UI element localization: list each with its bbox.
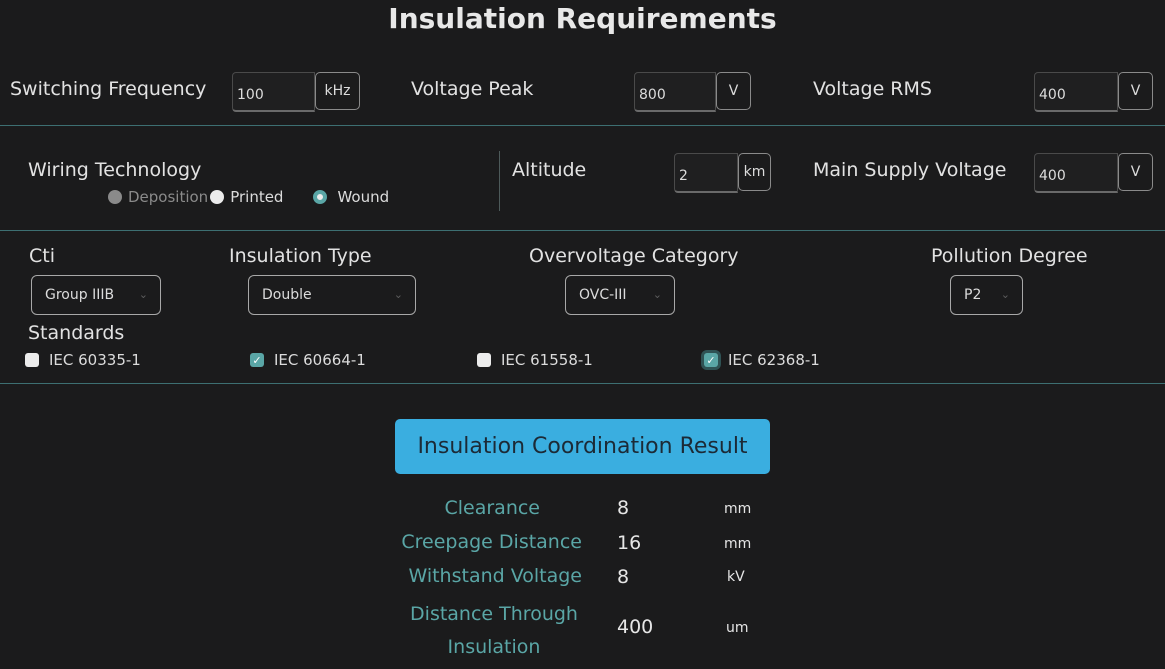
overvoltage-category-label: Overvoltage Category bbox=[529, 245, 739, 267]
clearance-unit: mm bbox=[724, 501, 752, 517]
standards-label: Standards bbox=[28, 322, 125, 344]
distance-through-insulation-label: Distance Through Insulation bbox=[410, 603, 578, 658]
wiring-technology-label: Wiring Technology bbox=[28, 159, 202, 181]
altitude-label: Altitude bbox=[512, 159, 587, 181]
pollution-degree-label: Pollution Degree bbox=[931, 245, 1088, 267]
voltage-peak-label: Voltage Peak bbox=[411, 78, 534, 100]
divider bbox=[0, 125, 1165, 126]
main-supply-voltage-unit: V bbox=[1118, 153, 1153, 191]
creepage-distance-value: 16 bbox=[617, 532, 642, 554]
switching-frequency-input[interactable]: 100 bbox=[232, 72, 315, 112]
checkbox-icon bbox=[477, 353, 491, 367]
overvoltage-category-select[interactable]: OVC-III ⌄ bbox=[565, 275, 675, 315]
vertical-divider bbox=[499, 151, 500, 211]
clearance-label: Clearance bbox=[444, 497, 540, 519]
radio-dot-icon bbox=[108, 190, 122, 204]
check-icon: ✓ bbox=[250, 353, 264, 367]
cti-label: Cti bbox=[29, 245, 55, 267]
clearance-value: 8 bbox=[617, 497, 630, 519]
insulation-type-select[interactable]: Double ⌄ bbox=[248, 275, 416, 315]
standard-checkbox-iec-61558-1[interactable]: IEC 61558-1 bbox=[477, 351, 593, 369]
voltage-rms-input[interactable]: 400 bbox=[1034, 72, 1118, 112]
chevron-down-icon: ⌄ bbox=[138, 288, 148, 301]
main-supply-voltage-input[interactable]: 400 bbox=[1034, 153, 1118, 193]
page-title: Insulation Requirements bbox=[388, 2, 777, 35]
creepage-distance-label: Creepage Distance bbox=[401, 531, 582, 553]
altitude-input[interactable]: 2 bbox=[674, 153, 738, 193]
checkbox-icon bbox=[25, 353, 39, 367]
distance-through-insulation-value: 400 bbox=[617, 616, 654, 638]
voltage-rms-unit: V bbox=[1118, 72, 1153, 110]
radio-selected-icon bbox=[313, 190, 328, 204]
standard-checkbox-iec-62368-1[interactable]: ✓ IEC 62368-1 bbox=[704, 351, 820, 369]
chevron-down-icon: ⌄ bbox=[652, 288, 662, 301]
voltage-peak-input[interactable]: 800 bbox=[634, 72, 716, 112]
radio-printed[interactable]: Printed bbox=[210, 188, 283, 206]
switching-frequency-unit: kHz bbox=[315, 72, 360, 110]
divider bbox=[0, 383, 1165, 384]
distance-through-insulation-unit: um bbox=[726, 620, 749, 636]
voltage-rms-label: Voltage RMS bbox=[813, 78, 932, 100]
creepage-distance-unit: mm bbox=[724, 536, 752, 552]
main-supply-voltage-label: Main Supply Voltage bbox=[813, 159, 1007, 181]
pollution-degree-select[interactable]: P2 ⌄ bbox=[950, 275, 1023, 315]
withstand-voltage-label: Withstand Voltage bbox=[408, 565, 582, 587]
radio-wound[interactable]: Wound bbox=[313, 188, 389, 206]
wiring-technology-radio-group: Deposition Printed Wound bbox=[108, 188, 389, 206]
divider bbox=[0, 230, 1165, 231]
check-icon: ✓ bbox=[704, 353, 718, 367]
chevron-down-icon: ⌄ bbox=[393, 288, 403, 301]
withstand-voltage-value: 8 bbox=[617, 566, 630, 588]
standard-checkbox-iec-60335-1[interactable]: IEC 60335-1 bbox=[25, 351, 141, 369]
radio-deposition[interactable]: Deposition bbox=[108, 188, 208, 206]
switching-frequency-label: Switching Frequency bbox=[10, 78, 207, 100]
voltage-peak-unit: V bbox=[716, 72, 751, 110]
cti-select[interactable]: Group IIIB ⌄ bbox=[31, 275, 161, 315]
insulation-coordination-result-button[interactable]: Insulation Coordination Result bbox=[395, 419, 770, 474]
standard-checkbox-iec-60664-1[interactable]: ✓ IEC 60664-1 bbox=[250, 351, 366, 369]
altitude-unit: km bbox=[738, 153, 771, 191]
chevron-down-icon: ⌄ bbox=[1000, 288, 1010, 301]
radio-dot-icon bbox=[210, 190, 225, 204]
withstand-voltage-unit: kV bbox=[727, 569, 745, 585]
insulation-type-label: Insulation Type bbox=[229, 245, 372, 267]
